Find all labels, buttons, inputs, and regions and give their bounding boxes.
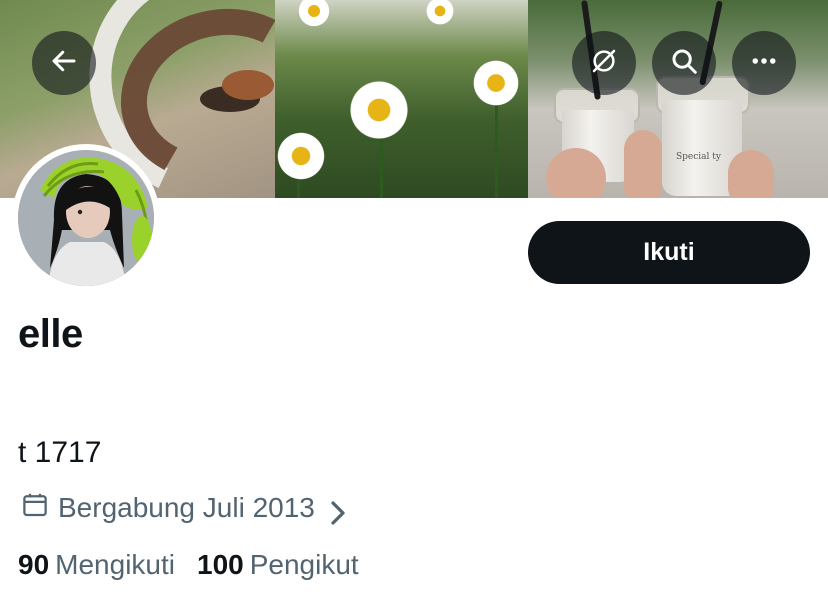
following-link[interactable]: 90 Mengikuti [18,549,197,581]
display-name: elle [18,312,83,356]
follow-stats: 90 Mengikuti 100 Pengikut [18,549,381,581]
followers-link[interactable]: 100 Pengikut [197,549,381,581]
avatar[interactable] [12,144,160,292]
followers-count: 100 [197,549,244,580]
avatar-photo [18,150,154,286]
followers-label: Pengikut [249,549,359,580]
joined-date-text: Bergabung Juli 2013 [58,492,315,523]
banner-photo-daisies [275,0,528,198]
joined-date-row[interactable]: Bergabung Juli 2013 [20,490,345,527]
grok-button[interactable] [572,31,636,95]
search-button[interactable] [652,31,716,95]
follow-button[interactable]: Ikuti [528,221,810,284]
back-button[interactable] [32,31,96,95]
chevron-right-icon [323,498,345,525]
calendar-icon [20,490,58,527]
bio-text: t 1717 [18,436,102,469]
following-label: Mengikuti [55,549,175,580]
banner-photo-coffee: Special ty [528,0,828,198]
more-horizontal-icon [749,46,779,81]
arrow-left-icon [49,46,79,81]
search-icon [669,46,699,81]
more-button[interactable] [732,31,796,95]
cup-label-text: Special ty [676,152,721,162]
slashed-circle-icon [589,46,619,81]
following-count: 90 [18,549,50,580]
